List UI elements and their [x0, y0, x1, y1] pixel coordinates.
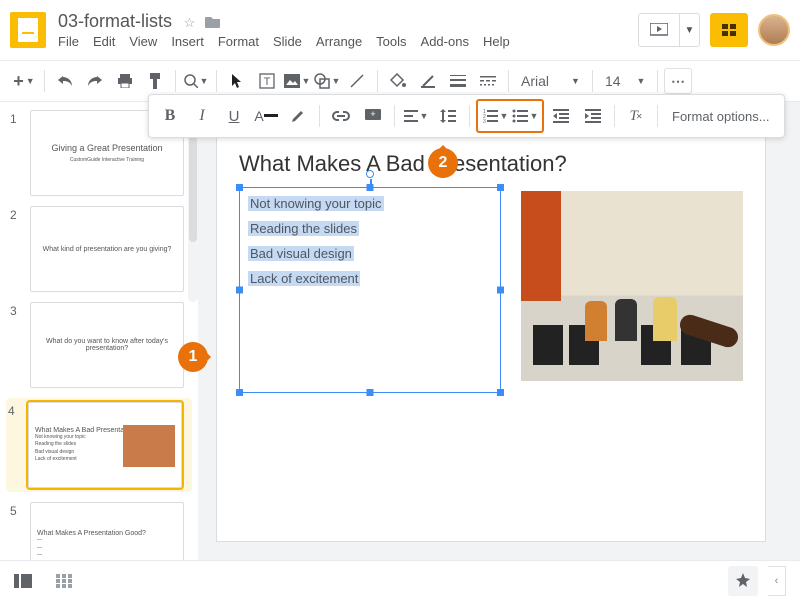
fill-color-button[interactable] [384, 67, 412, 95]
menu-bar: File Edit View Insert Format Slide Arran… [58, 34, 638, 49]
decrease-indent-button[interactable] [546, 101, 576, 131]
bottom-bar: ‹ [0, 560, 800, 600]
thumb-3[interactable]: 3 What do you want to know after today's… [10, 302, 192, 388]
font-size-selector[interactable]: 14 ▼ [599, 68, 652, 94]
explore-button[interactable] [728, 566, 758, 596]
text-box-selected[interactable]: Not knowing your topic Reading the slide… [239, 187, 501, 393]
italic-button[interactable]: I [187, 101, 217, 131]
menu-help[interactable]: Help [483, 34, 510, 49]
menu-file[interactable]: File [58, 34, 79, 49]
list-item[interactable]: Lack of excitement [248, 271, 360, 286]
resize-handle[interactable] [497, 287, 504, 294]
star-icon[interactable]: ☆ [184, 15, 196, 31]
slide-image[interactable] [521, 191, 743, 381]
chevron-down-icon: ▼ [569, 76, 580, 86]
new-slide-button[interactable]: +▼ [10, 67, 38, 95]
redo-button[interactable] [81, 67, 109, 95]
list-item[interactable]: Not knowing your topic [248, 196, 384, 211]
filmstrip-view-icon[interactable] [14, 574, 32, 588]
comment-button[interactable]: + [358, 101, 388, 131]
line-spacing-button[interactable] [433, 101, 463, 131]
share-button[interactable] [710, 13, 748, 47]
textbox-tool[interactable]: T [253, 67, 281, 95]
text-list[interactable]: Not knowing your topic Reading the slide… [240, 188, 500, 304]
border-color-button[interactable] [414, 67, 442, 95]
list-item[interactable]: Bad visual design [248, 246, 354, 261]
present-dropdown-icon[interactable]: ▼ [679, 14, 699, 46]
hscroll-left-icon[interactable]: ‹ [768, 566, 786, 596]
doc-title[interactable]: 03-format-lists [58, 11, 172, 31]
menu-addons[interactable]: Add-ons [421, 34, 469, 49]
align-button[interactable]: ▼ [401, 101, 431, 131]
font-size: 14 [605, 73, 621, 89]
chevron-down-icon: ▼ [635, 76, 646, 86]
print-button[interactable] [111, 67, 139, 95]
thumb-4[interactable]: 4 What Makes A Bad Presentation? Not kno… [6, 398, 192, 492]
resize-handle[interactable] [367, 184, 374, 191]
format-options-button[interactable]: Format options... [664, 109, 778, 124]
increase-indent-button[interactable] [578, 101, 608, 131]
resize-handle[interactable] [497, 184, 504, 191]
paint-format-button[interactable] [141, 67, 169, 95]
svg-text:3: 3 [483, 119, 486, 123]
underline-button[interactable]: U [219, 101, 249, 131]
text-color-button[interactable]: A [251, 101, 281, 131]
numbered-list-button[interactable]: 123▼ [480, 101, 510, 131]
callout-2: 2 [428, 148, 458, 178]
menu-tools[interactable]: Tools [376, 34, 406, 49]
bold-button[interactable]: B [155, 101, 185, 131]
svg-text:T: T [264, 76, 271, 88]
svg-text:+: + [370, 109, 375, 119]
header-right: ▼ [638, 13, 790, 47]
undo-button[interactable] [51, 67, 79, 95]
app-header: 03-format-lists ☆ File Edit View Insert … [0, 0, 800, 60]
menu-slide[interactable]: Slide [273, 34, 302, 49]
line-tool[interactable] [343, 67, 371, 95]
workspace: 1 Giving a Great PresentationCustomGuide… [0, 102, 800, 562]
select-tool[interactable] [223, 67, 251, 95]
thumb-5[interactable]: 5 What Makes A Presentation Good?——— [10, 502, 192, 562]
grid-view-icon[interactable] [56, 574, 72, 588]
avatar[interactable] [758, 14, 790, 46]
slide-title[interactable]: What Makes A Bad Presentation? [217, 133, 765, 183]
more-toolbar-button[interactable]: ⋯ [664, 68, 692, 94]
resize-handle[interactable] [236, 287, 243, 294]
font-selector[interactable]: Arial ▼ [515, 68, 586, 94]
shape-tool[interactable]: ▼ [313, 67, 341, 95]
link-button[interactable] [326, 101, 356, 131]
menu-format[interactable]: Format [218, 34, 259, 49]
slide[interactable]: What Makes A Bad Presentation? Not knowi… [216, 132, 766, 542]
thumb-2[interactable]: 2 What kind of presentation are you givi… [10, 206, 192, 292]
menu-edit[interactable]: Edit [93, 34, 115, 49]
menu-view[interactable]: View [129, 34, 157, 49]
present-button[interactable]: ▼ [638, 13, 700, 47]
resize-handle[interactable] [236, 184, 243, 191]
highlight-button[interactable] [283, 101, 313, 131]
menu-insert[interactable]: Insert [171, 34, 204, 49]
clear-format-button[interactable]: T✕ [621, 101, 651, 131]
slides-logo [10, 12, 46, 48]
text-format-toolbar: B I U A + ▼ 123▼ ▼ T✕ Format options... [148, 94, 785, 138]
folder-icon[interactable] [205, 15, 221, 31]
menu-arrange[interactable]: Arrange [316, 34, 362, 49]
resize-handle[interactable] [236, 389, 243, 396]
resize-handle[interactable] [367, 389, 374, 396]
callout-1: 1 [178, 342, 208, 372]
border-dash-button[interactable] [474, 67, 502, 95]
thumbnail-panel: 1 Giving a Great PresentationCustomGuide… [0, 102, 198, 562]
present-icon[interactable] [639, 14, 679, 46]
list-buttons-highlight: 123▼ ▼ [476, 99, 544, 133]
image-tool[interactable]: ▼ [283, 67, 311, 95]
canvas[interactable]: What Makes A Bad Presentation? Not knowi… [198, 102, 800, 562]
bulleted-list-button[interactable]: ▼ [510, 101, 540, 131]
font-name: Arial [521, 73, 549, 89]
title-area: 03-format-lists ☆ File Edit View Insert … [58, 11, 638, 49]
zoom-button[interactable]: ▼ [182, 67, 210, 95]
list-item[interactable]: Reading the slides [248, 221, 359, 236]
rotate-handle[interactable] [366, 170, 374, 178]
resize-handle[interactable] [497, 389, 504, 396]
border-weight-button[interactable] [444, 67, 472, 95]
